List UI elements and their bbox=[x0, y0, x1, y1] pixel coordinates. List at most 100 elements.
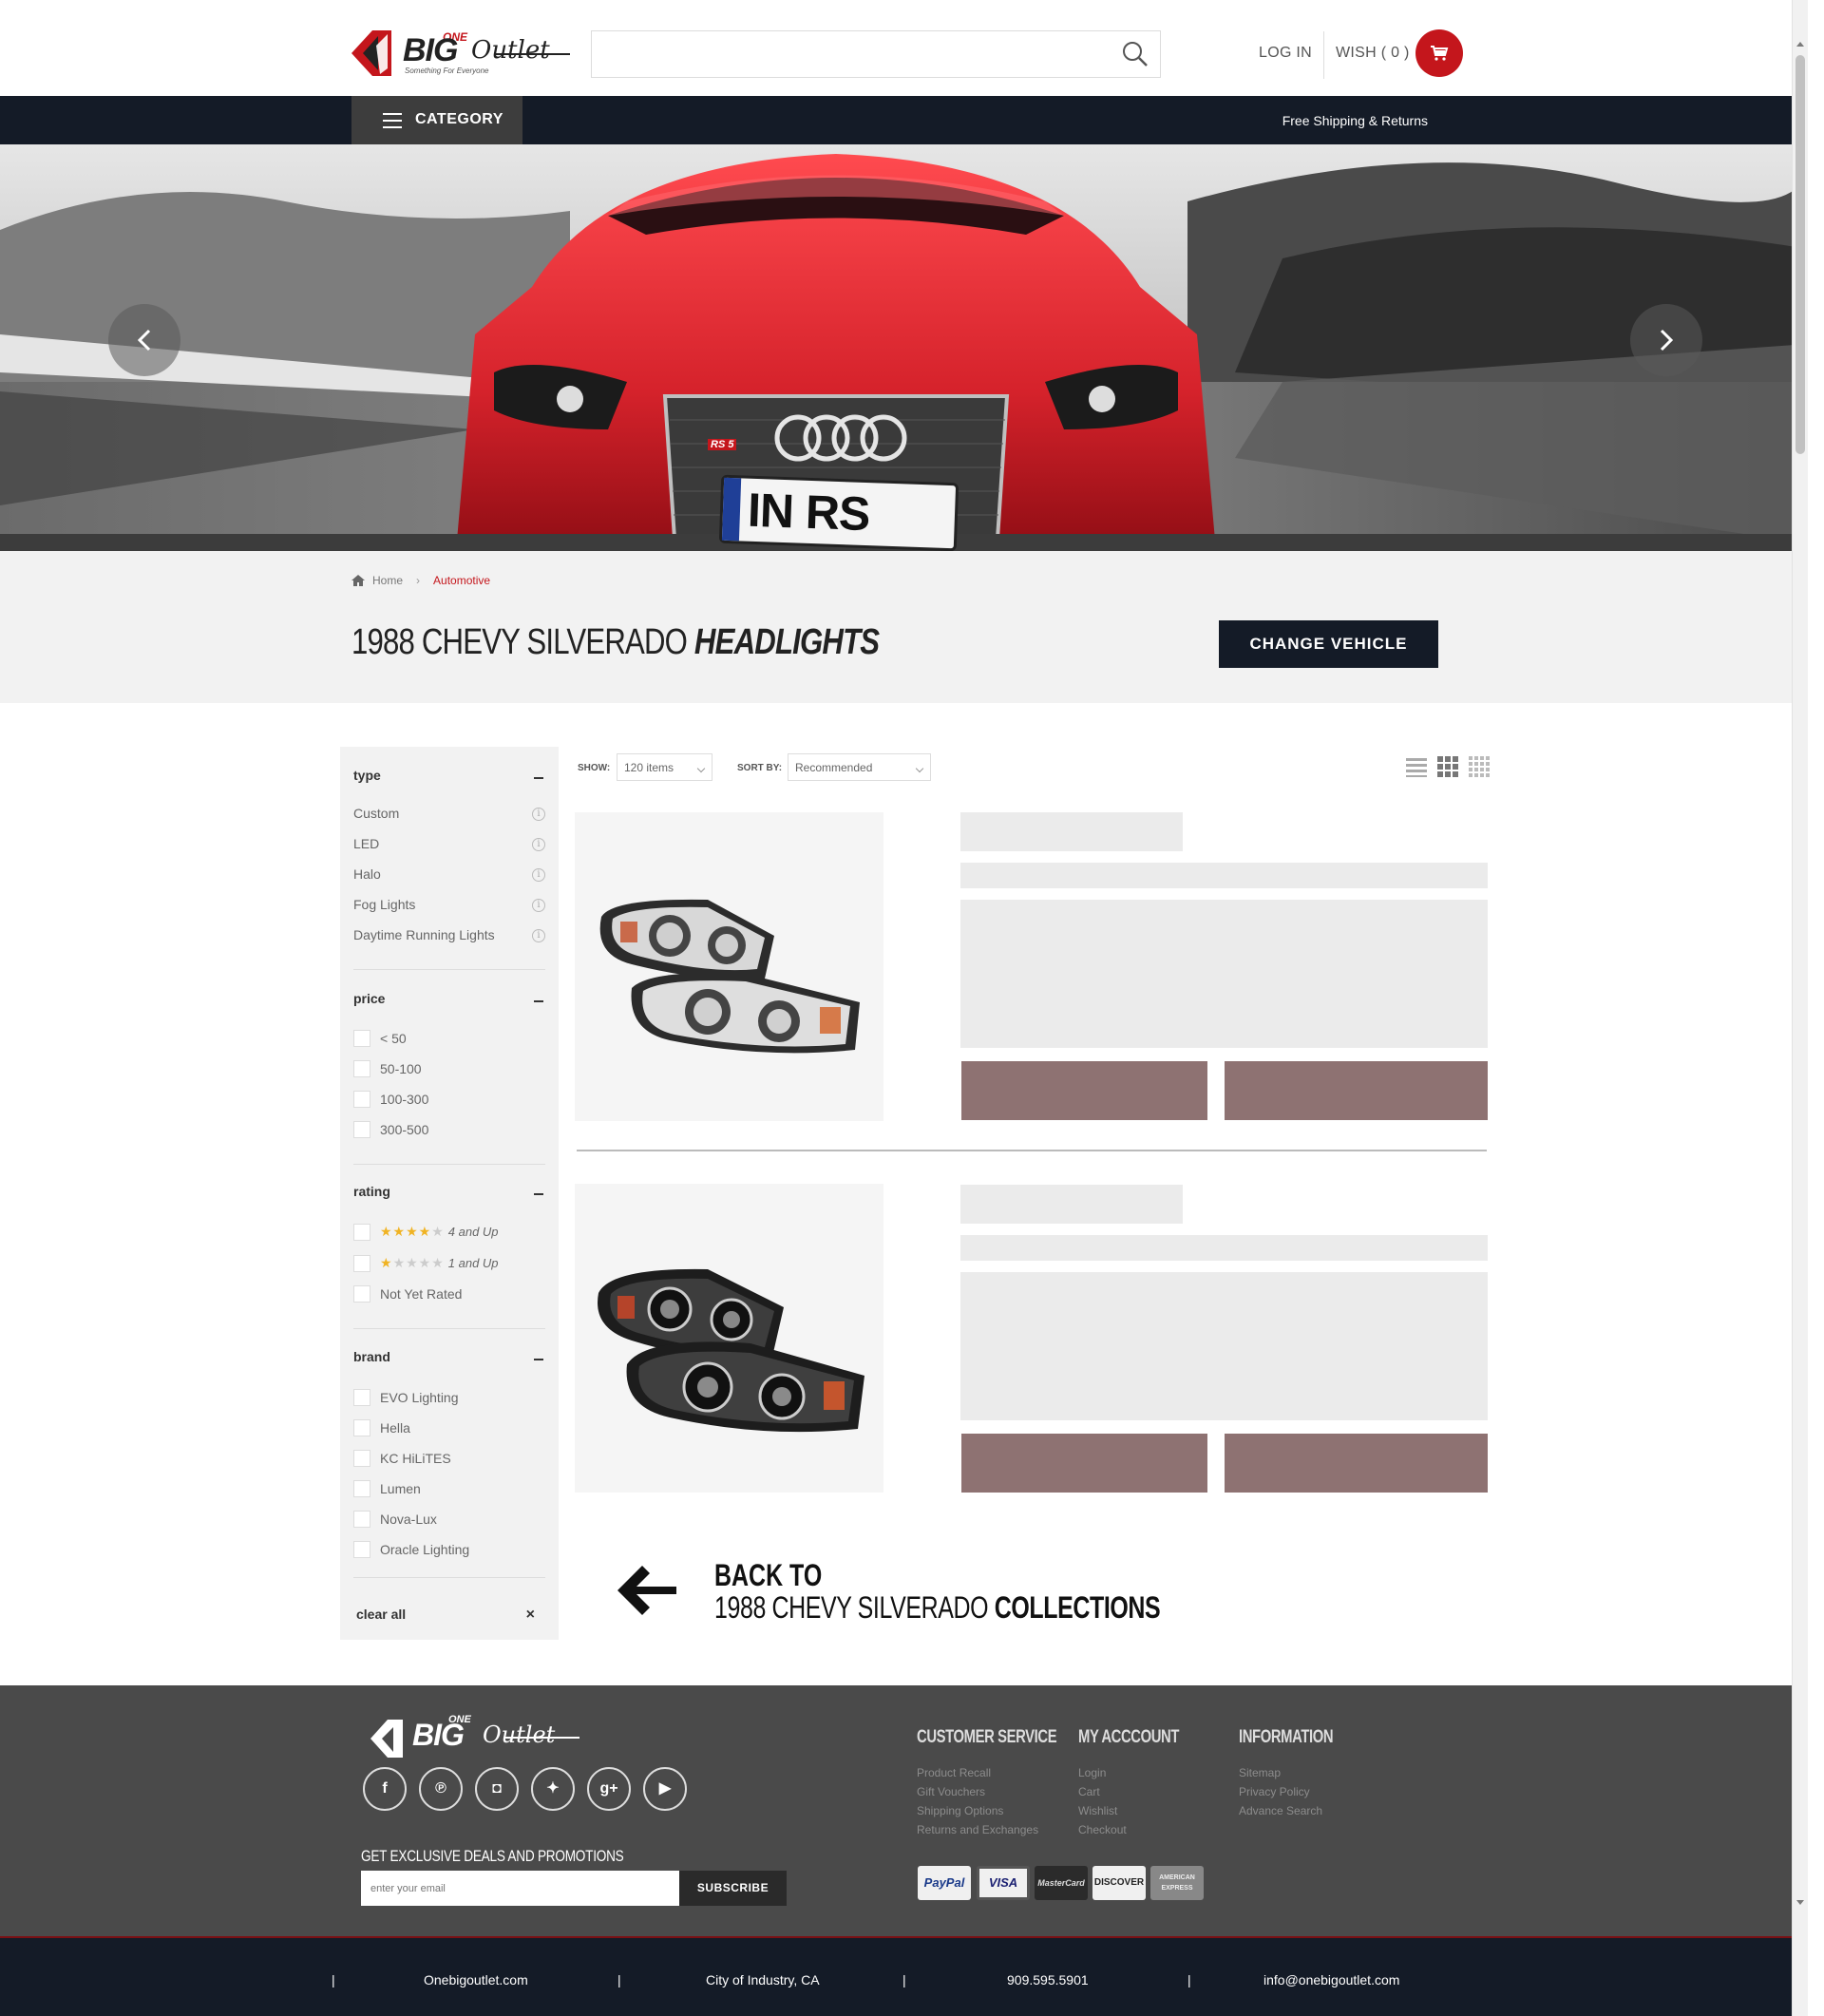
filter-option[interactable]: Oracle Lighting bbox=[353, 1540, 545, 1559]
sort-select[interactable]: Recommended bbox=[788, 753, 931, 781]
footer-link[interactable]: Returns and Exchanges bbox=[917, 1820, 1096, 1839]
filter-option[interactable]: 300-500 bbox=[353, 1120, 545, 1139]
product-action-button[interactable] bbox=[961, 1061, 1207, 1120]
show-select[interactable]: 120 items bbox=[617, 753, 712, 781]
grid-view-icon[interactable] bbox=[1437, 756, 1458, 777]
breadcrumb-home[interactable]: Home bbox=[372, 574, 403, 587]
change-vehicle-button[interactable]: CHANGE VEHICLE bbox=[1219, 620, 1438, 668]
footer-logo[interactable]: ONE BIG Outlet bbox=[370, 1714, 589, 1761]
checkbox[interactable] bbox=[353, 1450, 370, 1467]
footer-link[interactable]: Gift Vouchers bbox=[917, 1782, 1096, 1801]
filter-heading-brand[interactable]: brand bbox=[353, 1349, 545, 1368]
cart-button[interactable] bbox=[1416, 29, 1463, 77]
phone-number[interactable]: 909.595.5901 bbox=[1007, 1972, 1089, 1987]
filter-option[interactable]: ★★★★★ 1 and Up bbox=[353, 1254, 545, 1273]
product-image[interactable] bbox=[575, 1184, 884, 1493]
twitter-icon[interactable]: ✦ bbox=[531, 1767, 575, 1811]
filter-option[interactable]: ★★★★★ 4 and Up bbox=[353, 1223, 545, 1242]
product-action-button[interactable] bbox=[1225, 1061, 1488, 1120]
scroll-down-icon[interactable] bbox=[1796, 1900, 1804, 1905]
google-plus-icon[interactable]: g+ bbox=[587, 1767, 631, 1811]
page-scrollbar[interactable] bbox=[1792, 0, 1808, 2016]
filter-option[interactable]: < 50 bbox=[353, 1029, 545, 1048]
info-icon[interactable]: i bbox=[532, 838, 545, 851]
filter-heading-price[interactable]: price bbox=[353, 991, 545, 1010]
close-icon[interactable]: × bbox=[526, 1607, 535, 1624]
checkbox[interactable] bbox=[353, 1224, 370, 1241]
breadcrumb-current[interactable]: Automotive bbox=[433, 574, 490, 587]
product-image[interactable] bbox=[575, 812, 884, 1121]
headlight-product-image bbox=[598, 1268, 864, 1433]
product-action-button[interactable] bbox=[1225, 1434, 1488, 1493]
wishlist-link[interactable]: WISH ( 0 ) bbox=[1336, 45, 1410, 62]
collapse-minus-icon[interactable] bbox=[534, 777, 543, 779]
newsletter-email-input[interactable] bbox=[361, 1871, 679, 1906]
filter-option[interactable]: 50-100 bbox=[353, 1059, 545, 1078]
checkbox[interactable] bbox=[353, 1060, 370, 1077]
info-icon[interactable]: i bbox=[532, 929, 545, 942]
hero-prev-button[interactable] bbox=[108, 304, 180, 376]
collapse-minus-icon[interactable] bbox=[534, 1359, 543, 1360]
logo-swoosh bbox=[494, 53, 570, 55]
footer-link[interactable]: Cart bbox=[1078, 1782, 1207, 1801]
subscribe-button[interactable]: SUBSCRIBE bbox=[679, 1871, 787, 1906]
filter-option[interactable]: EVO Lighting bbox=[353, 1388, 545, 1407]
footer-link[interactable]: Shipping Options bbox=[917, 1801, 1096, 1820]
site-logo[interactable]: ONE BIG Outlet Something For Everyone bbox=[352, 27, 575, 80]
filter-heading-rating[interactable]: rating bbox=[353, 1184, 545, 1203]
facebook-icon[interactable]: f bbox=[363, 1767, 407, 1811]
checkbox[interactable] bbox=[353, 1091, 370, 1108]
youtube-icon[interactable]: ▶ bbox=[643, 1767, 687, 1811]
footer-link[interactable]: Login bbox=[1078, 1763, 1207, 1782]
info-icon[interactable]: i bbox=[532, 868, 545, 882]
footer-link[interactable]: Wishlist bbox=[1078, 1801, 1207, 1820]
checkbox[interactable] bbox=[353, 1541, 370, 1558]
filter-option[interactable]: Lumen bbox=[353, 1479, 545, 1498]
dense-grid-view-icon[interactable] bbox=[1469, 756, 1490, 777]
filter-option[interactable]: KC HiLiTES bbox=[353, 1449, 545, 1468]
checkbox[interactable] bbox=[353, 1255, 370, 1272]
filter-option[interactable]: Fog Lights i bbox=[353, 897, 545, 916]
info-icon[interactable]: i bbox=[532, 808, 545, 821]
product-action-button[interactable] bbox=[961, 1434, 1207, 1493]
list-view-icon[interactable] bbox=[1406, 756, 1427, 777]
search-input[interactable] bbox=[592, 31, 1105, 77]
hero-next-button[interactable] bbox=[1630, 304, 1702, 376]
footer-link[interactable]: Checkout bbox=[1078, 1820, 1207, 1839]
checkbox[interactable] bbox=[353, 1480, 370, 1497]
filter-option[interactable]: Custom i bbox=[353, 806, 545, 825]
filter-option[interactable]: 100-300 bbox=[353, 1090, 545, 1109]
clear-all-filters[interactable]: clear all × bbox=[356, 1607, 548, 1624]
pinterest-icon[interactable]: ℗ bbox=[419, 1767, 463, 1811]
social-links: f ℗ ◘ ✦ g+ ▶ bbox=[363, 1767, 687, 1811]
filter-heading-type[interactable]: type bbox=[353, 768, 545, 787]
filter-option[interactable]: Halo i bbox=[353, 866, 545, 885]
search-icon[interactable] bbox=[1122, 41, 1149, 67]
contact-email[interactable]: info@onebigoutlet.com bbox=[1264, 1972, 1399, 1987]
filter-option[interactable]: Nova-Lux bbox=[353, 1510, 545, 1529]
checkbox[interactable] bbox=[353, 1389, 370, 1406]
info-icon[interactable]: i bbox=[532, 899, 545, 912]
checkbox[interactable] bbox=[353, 1511, 370, 1528]
scrollbar-thumb[interactable] bbox=[1796, 55, 1805, 454]
login-link[interactable]: LOG IN bbox=[1259, 45, 1312, 62]
footer-link[interactable]: Privacy Policy bbox=[1239, 1782, 1359, 1801]
footer-link[interactable]: Sitemap bbox=[1239, 1763, 1359, 1782]
filter-option[interactable]: Not Yet Rated bbox=[353, 1284, 545, 1303]
home-icon[interactable] bbox=[352, 575, 365, 586]
footer-link[interactable]: Advance Search bbox=[1239, 1801, 1359, 1820]
category-menu-button[interactable]: CATEGORY bbox=[352, 96, 522, 148]
checkbox[interactable] bbox=[353, 1030, 370, 1047]
checkbox[interactable] bbox=[353, 1419, 370, 1436]
filter-option[interactable]: LED i bbox=[353, 836, 545, 855]
filter-option[interactable]: Hella bbox=[353, 1418, 545, 1437]
collapse-minus-icon[interactable] bbox=[534, 1193, 543, 1195]
footer-link[interactable]: Product Recall bbox=[917, 1763, 1096, 1782]
checkbox[interactable] bbox=[353, 1285, 370, 1303]
collapse-minus-icon[interactable] bbox=[534, 1000, 543, 1002]
instagram-icon[interactable]: ◘ bbox=[475, 1767, 519, 1811]
site-url[interactable]: Onebigoutlet.com bbox=[424, 1972, 528, 1987]
filter-option[interactable]: Daytime Running Lights i bbox=[353, 927, 545, 946]
checkbox[interactable] bbox=[353, 1121, 370, 1138]
scroll-up-icon[interactable] bbox=[1796, 42, 1804, 47]
